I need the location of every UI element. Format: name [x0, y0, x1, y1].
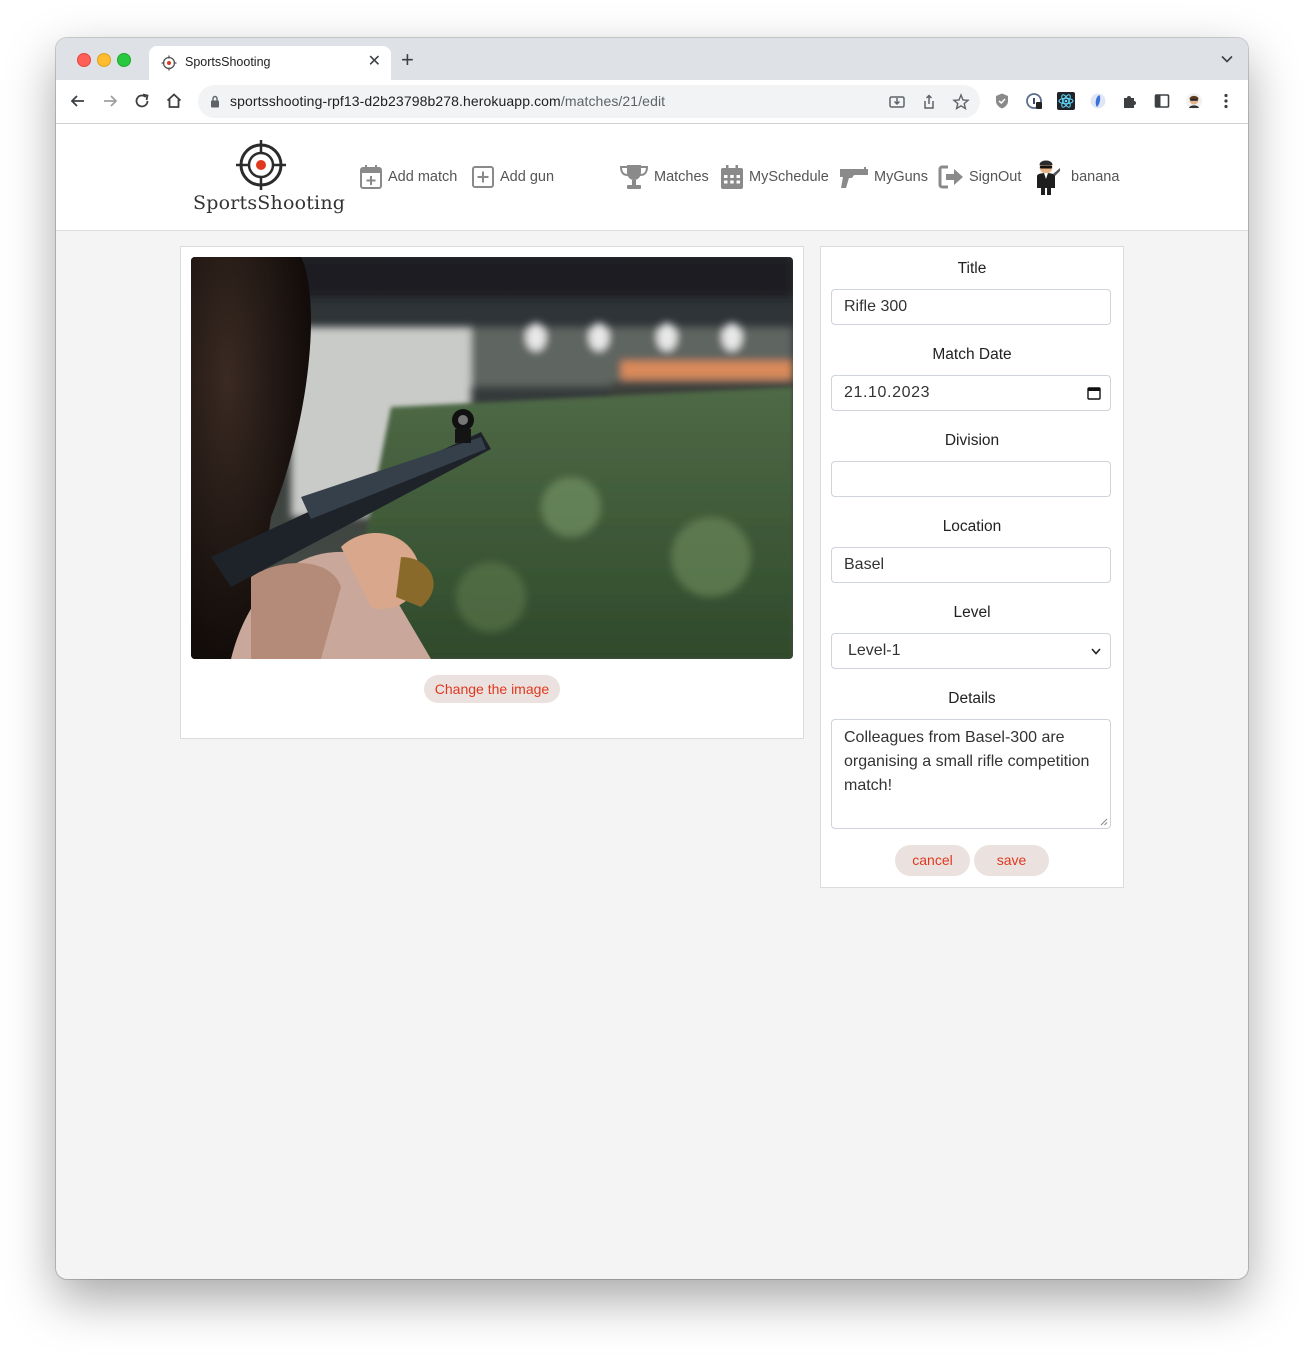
minimize-window-button[interactable] [97, 53, 111, 67]
profile-avatar-icon[interactable] [1185, 92, 1203, 110]
crosshair-logo-icon [236, 140, 286, 190]
title-input[interactable]: Rifle 300 [831, 289, 1111, 325]
location-label: Location [942, 518, 1002, 535]
details-text: Colleagues from Basel-300 are organising… [844, 729, 1090, 794]
nav-user-profile[interactable]: banana [1033, 158, 1119, 196]
close-tab-icon[interactable]: ✕ [368, 53, 381, 71]
forward-arrow-icon[interactable] [100, 91, 120, 111]
url-text: sportsshooting-rpf13-d2b23798b278.heroku… [230, 93, 665, 109]
kebab-menu-icon[interactable] [1217, 92, 1235, 110]
trophy-icon [619, 165, 649, 189]
shooting-range-image [191, 257, 793, 659]
change-image-button[interactable]: Change the image [424, 675, 560, 703]
nav-sign-out[interactable]: SignOut [938, 164, 1021, 190]
nav-add-match-label: Add match [388, 169, 458, 185]
install-app-icon[interactable] [888, 93, 906, 111]
nav-my-guns[interactable]: MyGuns [839, 164, 928, 190]
extensions-puzzle-icon[interactable] [1121, 92, 1139, 110]
level-selected-value: Level-1 [848, 642, 901, 659]
match-date-label: Match Date [932, 346, 1012, 363]
match-edit-form: Title Rifle 300 Match Date 21.10.2023 Di… [820, 246, 1124, 888]
target-favicon-icon [161, 55, 177, 71]
bookmark-star-icon[interactable] [952, 93, 970, 111]
react-devtools-icon[interactable] [1057, 92, 1075, 110]
calendar-plus-icon [360, 165, 382, 189]
address-bar[interactable]: sportsshooting-rpf13-d2b23798b278.heroku… [198, 85, 980, 118]
resize-handle-icon[interactable] [1100, 818, 1108, 826]
url-host: sportsshooting-rpf13-d2b23798b278.heroku… [230, 93, 561, 109]
close-window-button[interactable] [77, 53, 91, 67]
url-path: /matches/21/edit [560, 93, 666, 109]
level-select[interactable]: Level-1 [831, 633, 1111, 669]
browser-tab[interactable]: SportsShooting ✕ [149, 46, 391, 80]
home-icon[interactable] [164, 91, 184, 111]
nav-matches[interactable]: Matches [619, 164, 709, 190]
nav-add-gun-label: Add gun [500, 169, 555, 185]
match-photo [191, 257, 793, 659]
pistol-icon [840, 167, 868, 188]
vpn-extension-icon[interactable] [1089, 92, 1107, 110]
chevron-down-icon[interactable] [1220, 52, 1234, 66]
nav-add-match[interactable]: Add match [359, 164, 457, 190]
calendar-picker-icon[interactable] [1087, 386, 1101, 400]
tab-title: SportsShooting [185, 55, 271, 69]
share-icon[interactable] [920, 93, 938, 111]
browser-toolbar: sportsshooting-rpf13-d2b23798b278.heroku… [56, 80, 1248, 124]
site-navbar: SportsShooting Add match Add gun Matches… [56, 124, 1248, 231]
nav-username: banana [1071, 169, 1120, 185]
nav-my-guns-label: MyGuns [874, 169, 928, 185]
nav-my-schedule[interactable]: MySchedule [720, 164, 829, 190]
lock-icon [211, 95, 219, 108]
nav-matches-label: Matches [654, 169, 709, 185]
match-date-value: 21.10.2023 [844, 384, 931, 401]
match-date-input[interactable]: 21.10.2023 [831, 375, 1111, 411]
nav-add-gun[interactable]: Add gun [471, 164, 554, 190]
plus-square-icon [472, 166, 494, 188]
details-textarea[interactable]: Colleagues from Basel-300 are organising… [831, 719, 1111, 829]
site-logo[interactable]: SportsShooting [193, 140, 346, 220]
nav-my-schedule-label: MySchedule [749, 169, 829, 185]
maximize-window-button[interactable] [117, 53, 131, 67]
back-arrow-icon[interactable] [68, 91, 88, 111]
chevron-down-icon [1091, 648, 1101, 655]
cancel-button[interactable]: cancel [895, 845, 970, 876]
location-input[interactable]: Basel [831, 547, 1111, 583]
details-label: Details [948, 690, 996, 707]
calendar-icon [721, 165, 743, 189]
logo-text: SportsShooting [193, 192, 346, 214]
division-input[interactable] [831, 461, 1111, 497]
user-avatar-icon [1037, 160, 1060, 195]
match-image-card: Change the image [180, 246, 804, 739]
division-label: Division [944, 432, 1000, 449]
side-panel-icon[interactable] [1153, 92, 1171, 110]
nav-sign-out-label: SignOut [969, 169, 1022, 185]
tab-strip: SportsShooting ✕ + [56, 38, 1248, 80]
reload-icon[interactable] [132, 91, 152, 111]
title-label: Title [957, 260, 987, 277]
password-extension-icon[interactable] [1025, 92, 1043, 110]
save-button[interactable]: save [974, 845, 1049, 876]
sign-out-icon [938, 165, 963, 189]
level-label: Level [953, 604, 991, 621]
new-tab-button[interactable]: + [401, 48, 414, 72]
shield-extension-icon[interactable] [993, 92, 1011, 110]
browser-window: SportsShooting ✕ + sportsshooting-rpf13- [56, 38, 1248, 1279]
